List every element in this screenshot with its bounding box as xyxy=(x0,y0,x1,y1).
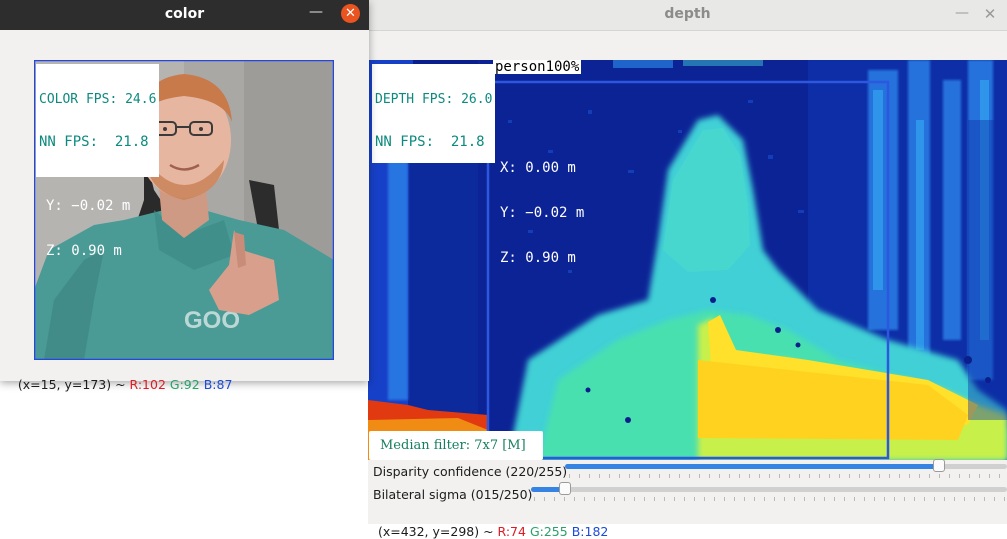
minimize-icon[interactable]: — xyxy=(953,5,971,23)
close-icon[interactable]: ✕ xyxy=(341,4,360,23)
bilateral-sigma-row: Bilateral sigma (015/250) xyxy=(368,482,1007,506)
depth-coord-x: X: 0.00 m xyxy=(500,160,576,176)
color-coord-y: Y: −0.02 m xyxy=(46,198,131,214)
color-titlebar[interactable]: color — ✕ xyxy=(0,0,369,30)
depth-coordinates: X: 0.00 m Y: −0.02 m Z: 0.90 m xyxy=(500,131,584,281)
minimize-icon[interactable]: — xyxy=(307,4,325,22)
color-coord-x: X: 0.00 m xyxy=(46,153,122,169)
depth-fps-text: DEPTH FPS: 26.0 xyxy=(375,92,493,107)
color-status-r: R:102 xyxy=(129,377,166,392)
bilateral-sigma-slider[interactable] xyxy=(531,482,1007,495)
color-status-bar: (x=15, y=173) ~ R:102 G:92 B:87 xyxy=(2,362,233,407)
depth-titlebar[interactable]: depth — ✕ xyxy=(368,0,1007,31)
depth-coord-z: Z: 0.90 m xyxy=(500,250,576,266)
median-filter-toast: Median filter: 7x7 [M] xyxy=(369,431,543,460)
disparity-confidence-ticks xyxy=(569,474,1007,478)
color-status-coords: (x=15, y=173) ~ xyxy=(17,377,130,392)
depth-status-bar: (x=432, y=298) ~ R:74 G:255 B:182 xyxy=(370,509,608,539)
color-coordinates: X: 0.00 m Y: −0.02 m Z: 0.90 m xyxy=(46,124,130,289)
color-status-g: G:92 xyxy=(169,377,200,392)
depth-status-g: G:255 xyxy=(529,524,568,539)
disparity-confidence-label: Disparity confidence (220/255) xyxy=(373,464,568,479)
color-status-b: B:87 xyxy=(203,377,233,392)
bilateral-sigma-handle[interactable] xyxy=(559,482,571,495)
depth-status-b: B:182 xyxy=(571,524,609,539)
depth-window-title: depth xyxy=(664,6,711,22)
detection-label: person100% xyxy=(493,59,582,75)
bilateral-sigma-label: Bilateral sigma (015/250) xyxy=(373,487,533,502)
depth-coord-y: Y: −0.02 m xyxy=(500,205,585,221)
color-coord-z: Z: 0.90 m xyxy=(46,243,122,259)
depth-status-coords: (x=432, y=298) ~ xyxy=(377,524,498,539)
depth-status-r: R:74 xyxy=(497,524,526,539)
disparity-confidence-slider[interactable] xyxy=(565,459,1007,472)
bilateral-sigma-ticks xyxy=(534,497,1007,501)
depth-fps-overlay: DEPTH FPS: 26.0 NN FPS: 21.8 xyxy=(372,64,496,163)
close-icon[interactable]: ✕ xyxy=(981,5,999,23)
disparity-confidence-row: Disparity confidence (220/255) xyxy=(368,459,1007,483)
depth-nn-fps-text: NN FPS: 21.8 xyxy=(375,134,485,150)
color-window: color — ✕ GOO COLOR FPS: 24.6 NN FPS: 21… xyxy=(0,0,369,392)
color-fps-text: COLOR FPS: 24.6 xyxy=(39,92,157,107)
disparity-confidence-handle[interactable] xyxy=(933,459,945,472)
